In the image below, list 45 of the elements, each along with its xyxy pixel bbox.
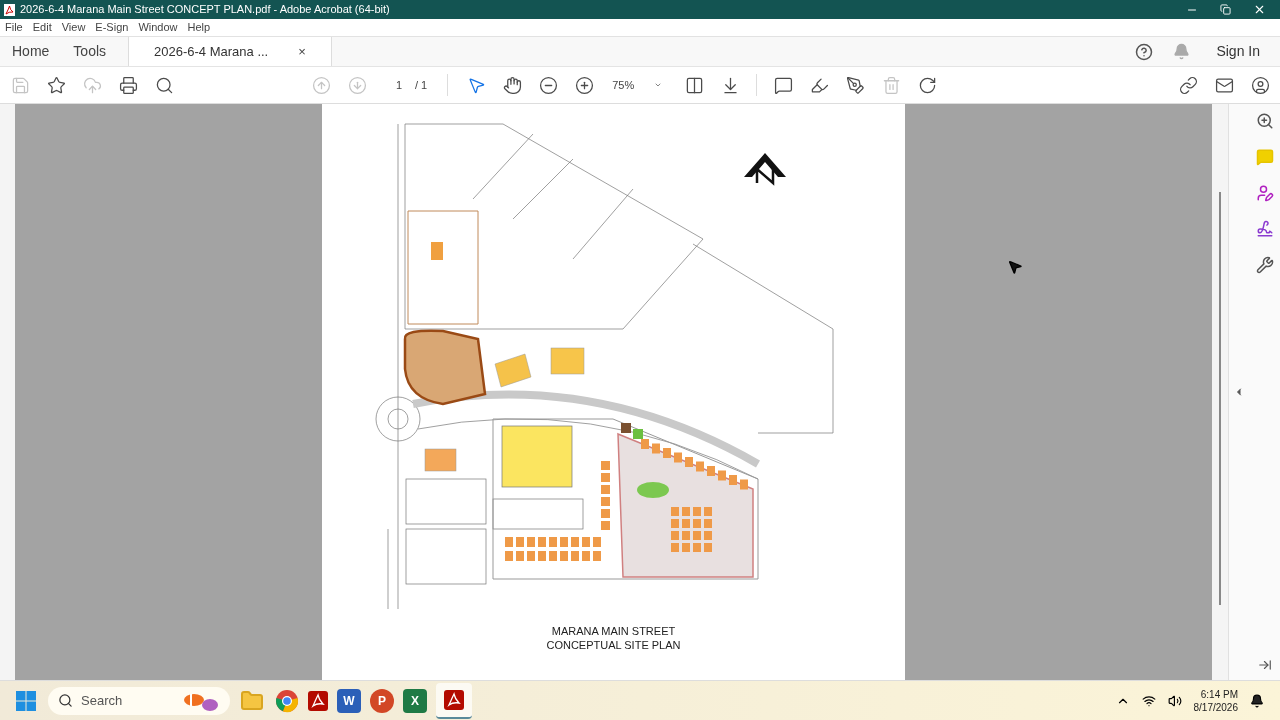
wifi-icon[interactable] xyxy=(1141,693,1156,708)
person-pen-icon[interactable] xyxy=(1255,184,1274,202)
search-icon xyxy=(58,693,73,708)
close-icon[interactable] xyxy=(1253,3,1266,16)
menu-item[interactable]: File xyxy=(5,19,23,36)
word-icon[interactable]: W xyxy=(337,688,361,713)
tab[interactable]: 2026-6-4 Marana ... × xyxy=(128,37,332,66)
window-title: 2026-6-4 Marana Main Street CONCEPT PLAN.pdf - Adobe Acrobat (64-bit) xyxy=(20,2,390,18)
excel-icon[interactable]: X xyxy=(403,688,427,713)
pdf-app-icon[interactable] xyxy=(444,689,464,710)
volume-icon[interactable] xyxy=(1167,693,1182,708)
page-number-field[interactable]: 1 xyxy=(389,76,409,94)
plan-caption: CONCEPTUAL SITE PLAN xyxy=(546,638,681,652)
clock[interactable]: 6:14 PM 8/17/2026 xyxy=(1193,687,1238,714)
menu-item[interactable]: E-Sign xyxy=(95,19,129,36)
tab-label: Tools xyxy=(73,42,107,61)
menu-item[interactable]: View xyxy=(61,19,86,36)
notification-bell-icon[interactable] xyxy=(1250,693,1264,708)
powerpoint-icon[interactable]: P xyxy=(370,688,394,713)
menu-item[interactable]: Help xyxy=(187,19,211,36)
tab-label: Home xyxy=(12,42,50,61)
pdf-app-icon xyxy=(4,3,15,16)
restore-icon[interactable] xyxy=(1220,4,1231,15)
browser-icon[interactable] xyxy=(275,688,299,713)
cursor-icon xyxy=(1007,259,1023,275)
menu-item[interactable]: Edit xyxy=(32,19,52,36)
zoom-field[interactable]: 75% xyxy=(612,76,663,94)
north-arrow-icon xyxy=(743,153,786,186)
tab-label: 2026-6-4 Marana ... xyxy=(154,42,269,61)
page-total: / 1 xyxy=(415,77,428,93)
plan-caption: MARANA MAIN STREET xyxy=(551,624,676,638)
expand-panel-icon[interactable] xyxy=(1257,658,1272,672)
windows-start-icon[interactable] xyxy=(16,690,36,711)
taskbar-search-field[interactable]: Search xyxy=(48,686,230,715)
help-icon[interactable] xyxy=(1135,42,1154,61)
scrollbar[interactable] xyxy=(1212,104,1228,680)
sign-pen-icon[interactable] xyxy=(1255,220,1274,238)
tab[interactable]: Tools xyxy=(61,37,119,66)
tools-icon[interactable] xyxy=(1255,256,1274,274)
sign-in-button[interactable]: Sign In xyxy=(1216,41,1260,62)
pdf-app-icon[interactable] xyxy=(308,690,328,711)
zoom-icon[interactable] xyxy=(1255,112,1274,130)
menu-item[interactable]: Window xyxy=(138,19,178,36)
tab[interactable]: Home xyxy=(0,37,62,66)
tab-close[interactable]: × xyxy=(298,41,306,62)
